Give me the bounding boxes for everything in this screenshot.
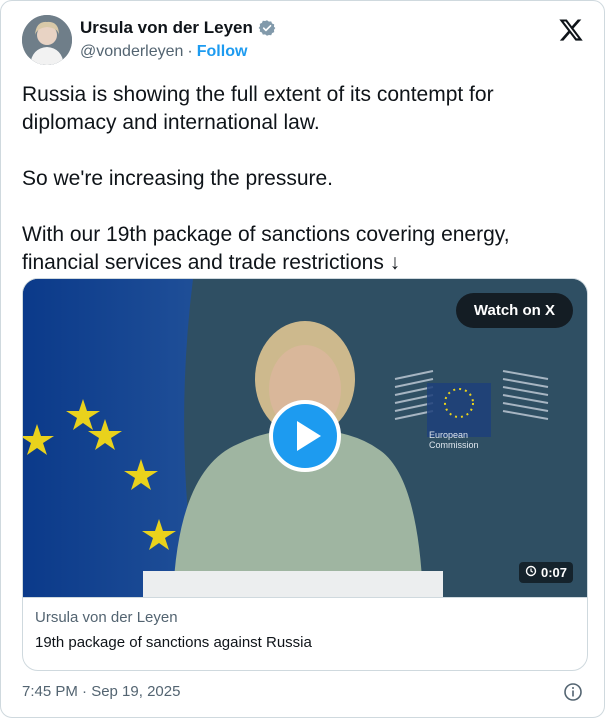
watch-on-x-button[interactable]: Watch on X xyxy=(455,293,573,328)
author-handle[interactable]: @vonderleyen xyxy=(80,43,183,61)
replay-icon xyxy=(525,565,537,580)
separator-dot: · xyxy=(187,43,193,60)
video-author: Ursula von der Leyen xyxy=(35,609,178,626)
tweet-text: Russia is showing the full extent of its… xyxy=(22,83,510,274)
info-icon[interactable] xyxy=(563,682,583,702)
play-icon[interactable] xyxy=(269,400,341,472)
follow-button[interactable]: Follow xyxy=(197,43,248,61)
svg-text:European: European xyxy=(429,430,468,440)
author-name[interactable]: Ursula von der Leyen xyxy=(80,18,253,38)
avatar[interactable] xyxy=(22,15,72,65)
timestamp[interactable]: 7:45 PM · Sep 19, 2025 xyxy=(22,683,180,700)
author-handle-row: @vonderleyen · Follow xyxy=(80,43,247,61)
video-card[interactable]: European Commission Watch on X 0:07 Ursu… xyxy=(22,278,588,671)
x-logo-icon[interactable] xyxy=(558,17,584,43)
video-player[interactable]: European Commission Watch on X 0:07 xyxy=(23,279,587,597)
author-name-row: Ursula von der Leyen xyxy=(80,18,276,38)
tweet-card: Ursula von der Leyen @vonderleyen · Foll… xyxy=(0,0,605,718)
verified-badge-icon xyxy=(258,19,276,37)
video-duration: 0:07 xyxy=(518,562,573,583)
duration-text: 0:07 xyxy=(540,565,567,580)
video-title: 19th package of sanctions against Russia xyxy=(35,634,312,651)
svg-text:Commission: Commission xyxy=(429,440,479,450)
video-footer[interactable]: Ursula von der Leyen 19th package of san… xyxy=(23,597,587,670)
